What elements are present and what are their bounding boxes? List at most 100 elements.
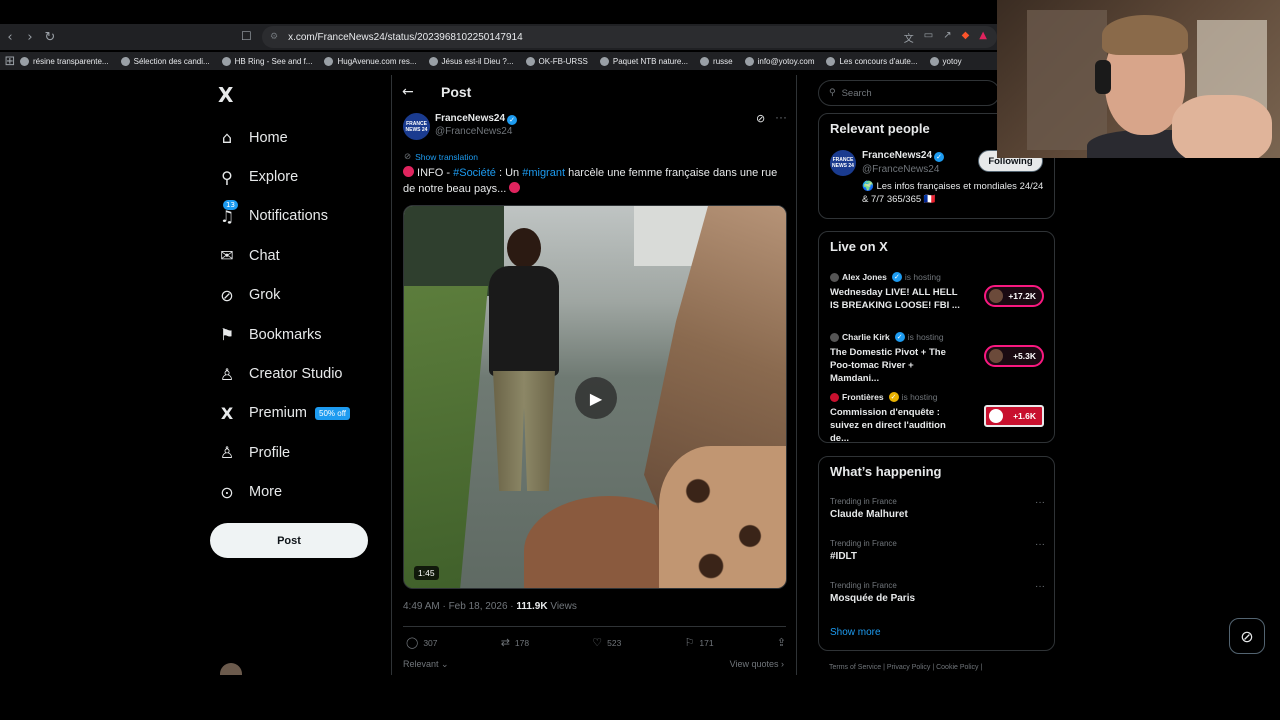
back-arrow-icon[interactable]: ←	[402, 84, 414, 100]
forward-nav-icon[interactable]: ›	[20, 30, 40, 45]
bookmark-folder[interactable]: russe	[700, 56, 733, 66]
notification-count-badge: 13	[223, 199, 238, 210]
show-more-link[interactable]: Show more	[830, 627, 881, 638]
trend-context: Trending in France	[830, 539, 897, 548]
search-icon: ⚲	[829, 88, 836, 98]
repost-button[interactable]: ⇄ 178	[501, 636, 529, 649]
share-icon[interactable]: ↗	[943, 30, 951, 45]
live-item[interactable]: Frontières ✓ is hosting Commission d'enquê…	[830, 392, 1050, 444]
relevant-person-name[interactable]: FranceNews24 ✓	[862, 150, 945, 162]
grok-explain-icon[interactable]: ⊘	[756, 112, 765, 125]
search-input[interactable]: ⚲ Search	[818, 80, 1000, 106]
trend-item[interactable]: Trending in France #IDLT ···	[830, 539, 1045, 573]
reply-sort-dropdown[interactable]: Relevant ⌄	[403, 659, 449, 670]
sidebar-item-notifications[interactable]: ♫ 13 Notifications	[216, 197, 386, 236]
card-title: What’s happening	[830, 464, 942, 479]
more-options-icon[interactable]: ···	[775, 110, 787, 124]
compose-post-button[interactable]: Post	[210, 523, 368, 558]
apps-icon[interactable]: ⊞	[0, 54, 20, 69]
post-timestamp: 4:49 AM · Feb 18, 2026 · 111.9K Views	[403, 601, 577, 612]
sidebar-item-explore[interactable]: ⚲ Explore	[216, 157, 386, 196]
reply-button[interactable]: ◯ 307	[406, 636, 438, 649]
verified-gold-badge-icon: ✓	[888, 392, 899, 402]
bookmark-favicon-icon	[20, 56, 29, 66]
translate-page-icon[interactable]: 文	[904, 30, 914, 45]
bookmark-favicon-icon	[744, 56, 754, 66]
trend-item[interactable]: Trending in France Mosquée de Paris ···	[830, 581, 1045, 615]
person-head	[507, 228, 541, 268]
host-avatar	[830, 392, 839, 402]
author-name[interactable]: FranceNews24 ✓	[435, 113, 518, 125]
sidebar-item-bookmarks[interactable]: ⚑ Bookmarks	[216, 315, 386, 354]
page-title: Post	[441, 84, 472, 100]
footer-links[interactable]: Terms of Service | Privacy Policy | Cook…	[829, 664, 982, 671]
bookmark-button[interactable]: ⚐ 171	[685, 636, 714, 649]
chevron-down-icon: ⌄	[441, 659, 449, 669]
sidebar-item-more[interactable]: ⊙ More	[216, 473, 386, 512]
author-avatar[interactable]: FRANCE NEWS 24	[403, 113, 430, 140]
sidebar-item-profile[interactable]: ♙ Profile	[216, 433, 386, 472]
sidebar-item-chat[interactable]: ✉ Chat	[216, 236, 386, 275]
bookmark-item[interactable]: Paquet NTB nature...	[599, 56, 688, 66]
video-duration: 1:45	[414, 566, 439, 580]
live-listener-count[interactable]: +17.2K	[984, 285, 1044, 307]
sidebar-item-label: More	[249, 484, 283, 501]
video-player[interactable]: ▶ 1:45	[403, 205, 787, 589]
trend-item[interactable]: Trending in France Claude Malhuret ···	[830, 497, 1045, 531]
bookmark-item[interactable]: HB Ring - See and f...	[221, 56, 312, 66]
back-nav-icon[interactable]: ‹	[0, 30, 20, 45]
live-listener-count[interactable]: +1.6K	[984, 405, 1044, 427]
rewards-icon[interactable]: ▲	[979, 30, 987, 45]
sidebar-item-home[interactable]: ⌂ Home	[216, 118, 386, 157]
hashtag-link[interactable]: #migrant	[522, 167, 565, 179]
like-button[interactable]: ♡ 523	[592, 636, 621, 649]
live-item[interactable]: Alex Jones ✓ is hosting Wednesday LIVE! AL…	[830, 272, 1050, 322]
bookmark-item[interactable]: résine transparente...	[20, 56, 109, 66]
verified-badge-icon: ✓	[891, 272, 902, 282]
repost-icon: ⇄	[500, 636, 510, 649]
play-icon[interactable]: ▶	[575, 377, 617, 419]
person-legs	[493, 371, 555, 491]
folder-icon	[929, 56, 939, 66]
bookmark-item[interactable]: Les concours d'aute...	[826, 56, 918, 66]
sidebar-item-grok[interactable]: ⊘ Grok	[216, 276, 386, 315]
author-handle[interactable]: @FranceNews24	[435, 126, 512, 137]
grok-fab-icon[interactable]: ⊘	[1229, 618, 1265, 654]
view-quotes-link[interactable]: View quotes ›	[730, 659, 784, 669]
sidebar-item-premium[interactable]: X Premium 50% off	[216, 394, 386, 433]
reload-icon[interactable]: ↻	[40, 30, 60, 45]
hashtag-link[interactable]: #Société	[453, 167, 496, 179]
bookmark-page-icon[interactable]: ☐	[241, 29, 252, 43]
bookmark-favicon-icon	[599, 56, 609, 66]
mail-icon: ✉	[220, 246, 234, 266]
site-info-icon[interactable]: ⚙	[270, 32, 278, 42]
bookmark-item[interactable]: HugAvenue.com res...	[324, 56, 417, 66]
relevant-person-avatar[interactable]: FRANCE NEWS 24	[830, 150, 856, 176]
bookmark-item[interactable]: info@yotoy.com	[744, 56, 814, 66]
relevant-person-handle[interactable]: @FranceNews24	[862, 164, 939, 175]
show-translation-link[interactable]: ⊘ Show translation	[404, 151, 478, 162]
trend-context: Trending in France	[830, 497, 897, 506]
more-options-icon[interactable]: ···	[1035, 581, 1045, 592]
more-options-icon[interactable]: ···	[1035, 539, 1045, 550]
home-icon: ⌂	[221, 128, 233, 148]
url-text: x.com/FranceNews24/status/20239681022501…	[288, 31, 523, 43]
bookmark-item[interactable]: Sélection des candi...	[120, 56, 210, 66]
live-item[interactable]: Charlie Kirk ✓ is hosting The Domestic Piv…	[830, 332, 1050, 384]
bookmark-item[interactable]: OK-FB-URSS	[525, 56, 588, 66]
address-bar[interactable]: ⚙ x.com/FranceNews24/status/202396810225…	[262, 26, 997, 48]
cast-icon[interactable]: ▭	[924, 30, 933, 45]
live-listener-count[interactable]: +5.3K	[984, 345, 1044, 367]
live-title: Wednesday LIVE! ALL HELL IS BREAKING LOO…	[830, 287, 960, 311]
live-avatar	[989, 409, 1003, 423]
x-logo-icon[interactable]: X	[218, 83, 233, 107]
share-button[interactable]: ⇪	[777, 636, 786, 649]
account-avatar[interactable]	[220, 663, 242, 675]
bookmark-item[interactable]: Jésus est-il Dieu ?...	[428, 56, 514, 66]
bookmark-favicon-icon	[120, 56, 130, 66]
more-options-icon[interactable]: ···	[1035, 497, 1045, 508]
bookmark-folder[interactable]: yotoy	[929, 56, 962, 66]
bookmark-icon: ⚐	[684, 636, 695, 649]
sidebar-item-creator-studio[interactable]: ♙ Creator Studio	[216, 354, 386, 393]
brave-shield-icon[interactable]: ◆	[962, 30, 970, 45]
